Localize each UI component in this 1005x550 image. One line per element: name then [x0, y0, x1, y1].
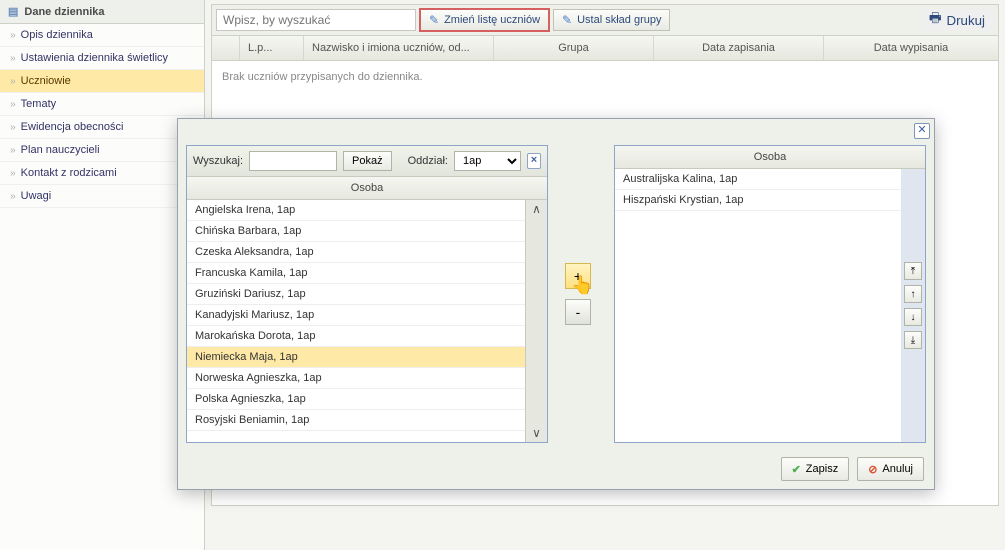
left-list-header: Osoba: [187, 177, 547, 200]
sidebar-item-2[interactable]: ›› Uczniowie: [0, 70, 204, 93]
list-item[interactable]: Angielska Irena, 1ap: [187, 200, 525, 221]
pencil-icon: ✎: [429, 13, 439, 27]
sidebar-item-label: Plan nauczycieli: [21, 144, 100, 156]
sidebar-item-label: Ewidencja obecności: [21, 121, 124, 133]
close-icon: ×: [531, 154, 537, 166]
print-label: Drukuj: [946, 13, 985, 28]
sidebar-item-label: Tematy: [21, 98, 56, 110]
sidebar-item-label: Uczniowie: [21, 75, 71, 87]
sidebar-header: ▤ Dane dziennika: [0, 0, 204, 24]
list-item[interactable]: Kanadyjski Mariusz, 1ap: [187, 305, 525, 326]
chevron-icon: ››: [10, 53, 15, 64]
pencil-icon: ✎: [562, 13, 572, 27]
reorder-buttons: ⤒ ↑ ↓ ⤓: [901, 169, 925, 442]
close-button[interactable]: ✕: [914, 123, 930, 139]
sidebar-title: Dane dziennika: [24, 6, 104, 18]
left-list[interactable]: Angielska Irena, 1apChińska Barbara, 1ap…: [187, 200, 525, 442]
chevron-icon: ››: [10, 191, 15, 202]
change-list-label: Zmień listę uczniów: [444, 14, 540, 26]
sidebar-item-label: Ustawienia dziennika świetlicy: [21, 52, 168, 64]
dept-label: Oddział:: [408, 155, 448, 167]
chevron-icon: ››: [10, 122, 15, 133]
list-item[interactable]: Hiszpański Krystian, 1ap: [615, 190, 901, 211]
toolbar: ✎ Zmień listę uczniów ✎ Ustal skład grup…: [211, 4, 999, 36]
empty-text: Brak uczniów przypisanych do dziennika.: [222, 71, 423, 83]
journal-icon: ▤: [8, 5, 18, 18]
arrow-down-icon: ↓: [911, 312, 916, 323]
search-label: Wyszukaj:: [193, 155, 243, 167]
list-item[interactable]: Marokańska Dorota, 1ap: [187, 326, 525, 347]
list-item[interactable]: Rosyjski Beniamin, 1ap: [187, 410, 525, 431]
move-bottom-button[interactable]: ⤓: [904, 331, 922, 349]
show-button[interactable]: Pokaż: [343, 151, 392, 171]
sidebar-item-5[interactable]: ›› Plan nauczycieli: [0, 139, 204, 162]
list-item[interactable]: Australijska Kalina, 1ap: [615, 169, 901, 190]
double-down-icon: ⤓: [911, 335, 915, 346]
col-group[interactable]: Grupa: [494, 36, 654, 60]
search-input[interactable]: [216, 9, 416, 31]
remove-button[interactable]: -: [565, 299, 591, 325]
sidebar-item-1[interactable]: ›› Ustawienia dziennika świetlicy: [0, 47, 204, 70]
col-enrolled[interactable]: Data zapisania: [654, 36, 824, 60]
modal-footer: ✔ Zapisz ⊘ Anuluj: [781, 457, 924, 481]
check-icon: ✔: [792, 463, 801, 476]
col-lp[interactable]: L.p...: [240, 36, 304, 60]
chevron-icon: ››: [10, 76, 15, 87]
cancel-label: Anuluj: [882, 463, 913, 475]
modal-dialog: ✕ Wyszukaj: Pokaż Oddział: 1ap × Osoba A…: [177, 118, 935, 490]
sidebar-item-label: Kontakt z rodzicami: [21, 167, 117, 179]
move-down-button[interactable]: ↓: [904, 308, 922, 326]
sidebar-item-4[interactable]: ›› Ewidencja obecności: [0, 116, 204, 139]
dept-select[interactable]: 1ap: [454, 151, 521, 171]
right-list-header: Osoba: [615, 146, 925, 169]
modal-search-input[interactable]: [249, 151, 337, 171]
grid-header: L.p... Nazwisko i imiona uczniów, od... …: [211, 36, 999, 61]
set-group-button[interactable]: ✎ Ustal skład grupy: [553, 9, 670, 31]
list-item[interactable]: Chińska Barbara, 1ap: [187, 221, 525, 242]
sidebar-item-7[interactable]: ›› Uwagi: [0, 185, 204, 208]
col-left[interactable]: Data wypisania: [824, 36, 998, 60]
sidebar-item-6[interactable]: ›› Kontakt z rodzicami: [0, 162, 204, 185]
chevron-icon: ››: [10, 99, 15, 110]
list-item[interactable]: Polska Agnieszka, 1ap: [187, 389, 525, 410]
sidebar-item-0[interactable]: ›› Opis dziennika: [0, 24, 204, 47]
list-item[interactable]: Gruziński Dariusz, 1ap: [187, 284, 525, 305]
right-panel: Osoba Australijska Kalina, 1apHiszpański…: [614, 145, 926, 443]
add-button[interactable]: +: [565, 263, 591, 289]
chevron-icon: ››: [10, 30, 15, 41]
sidebar: ▤ Dane dziennika ›› Opis dziennika ›› Ustaw…: [0, 0, 205, 550]
move-top-button[interactable]: ⤒: [904, 262, 922, 280]
arrow-up-icon: ↑: [911, 289, 916, 300]
sidebar-item-label: Opis dziennika: [21, 29, 93, 41]
move-up-button[interactable]: ↑: [904, 285, 922, 303]
clear-dept-button[interactable]: ×: [527, 153, 541, 169]
chevron-icon: ››: [10, 145, 15, 156]
print-button[interactable]: 🖶 Drukuj: [920, 9, 994, 31]
list-item[interactable]: Niemiecka Maja, 1ap: [187, 347, 525, 368]
sidebar-item-3[interactable]: ›› Tematy: [0, 93, 204, 116]
sidebar-item-label: Uwagi: [21, 190, 52, 202]
chevron-icon: ››: [10, 168, 15, 179]
right-list[interactable]: Australijska Kalina, 1apHiszpański Kryst…: [615, 169, 901, 442]
close-icon: ✕: [917, 124, 926, 136]
save-label: Zapisz: [806, 463, 838, 475]
list-item[interactable]: Francuska Kamila, 1ap: [187, 263, 525, 284]
scrollbar[interactable]: ∧ ∨: [525, 200, 547, 442]
list-item[interactable]: Norweska Agnieszka, 1ap: [187, 368, 525, 389]
cancel-icon: ⊘: [868, 463, 877, 476]
list-item[interactable]: Czeska Aleksandra, 1ap: [187, 242, 525, 263]
transfer-buttons: + - 👆: [548, 145, 608, 443]
set-group-label: Ustal skład grupy: [577, 14, 661, 26]
scroll-up-icon[interactable]: ∧: [532, 202, 541, 216]
cancel-button[interactable]: ⊘ Anuluj: [857, 457, 924, 481]
scroll-down-icon[interactable]: ∨: [532, 426, 541, 440]
save-button[interactable]: ✔ Zapisz: [781, 457, 850, 481]
printer-icon: 🖶: [929, 9, 942, 31]
double-up-icon: ⤒: [911, 266, 915, 277]
change-list-button[interactable]: ✎ Zmień listę uczniów: [420, 9, 549, 31]
left-panel-toolbar: Wyszukaj: Pokaż Oddział: 1ap ×: [187, 146, 547, 177]
col-name[interactable]: Nazwisko i imiona uczniów, od...: [304, 36, 494, 60]
left-panel: Wyszukaj: Pokaż Oddział: 1ap × Osoba Ang…: [186, 145, 548, 443]
